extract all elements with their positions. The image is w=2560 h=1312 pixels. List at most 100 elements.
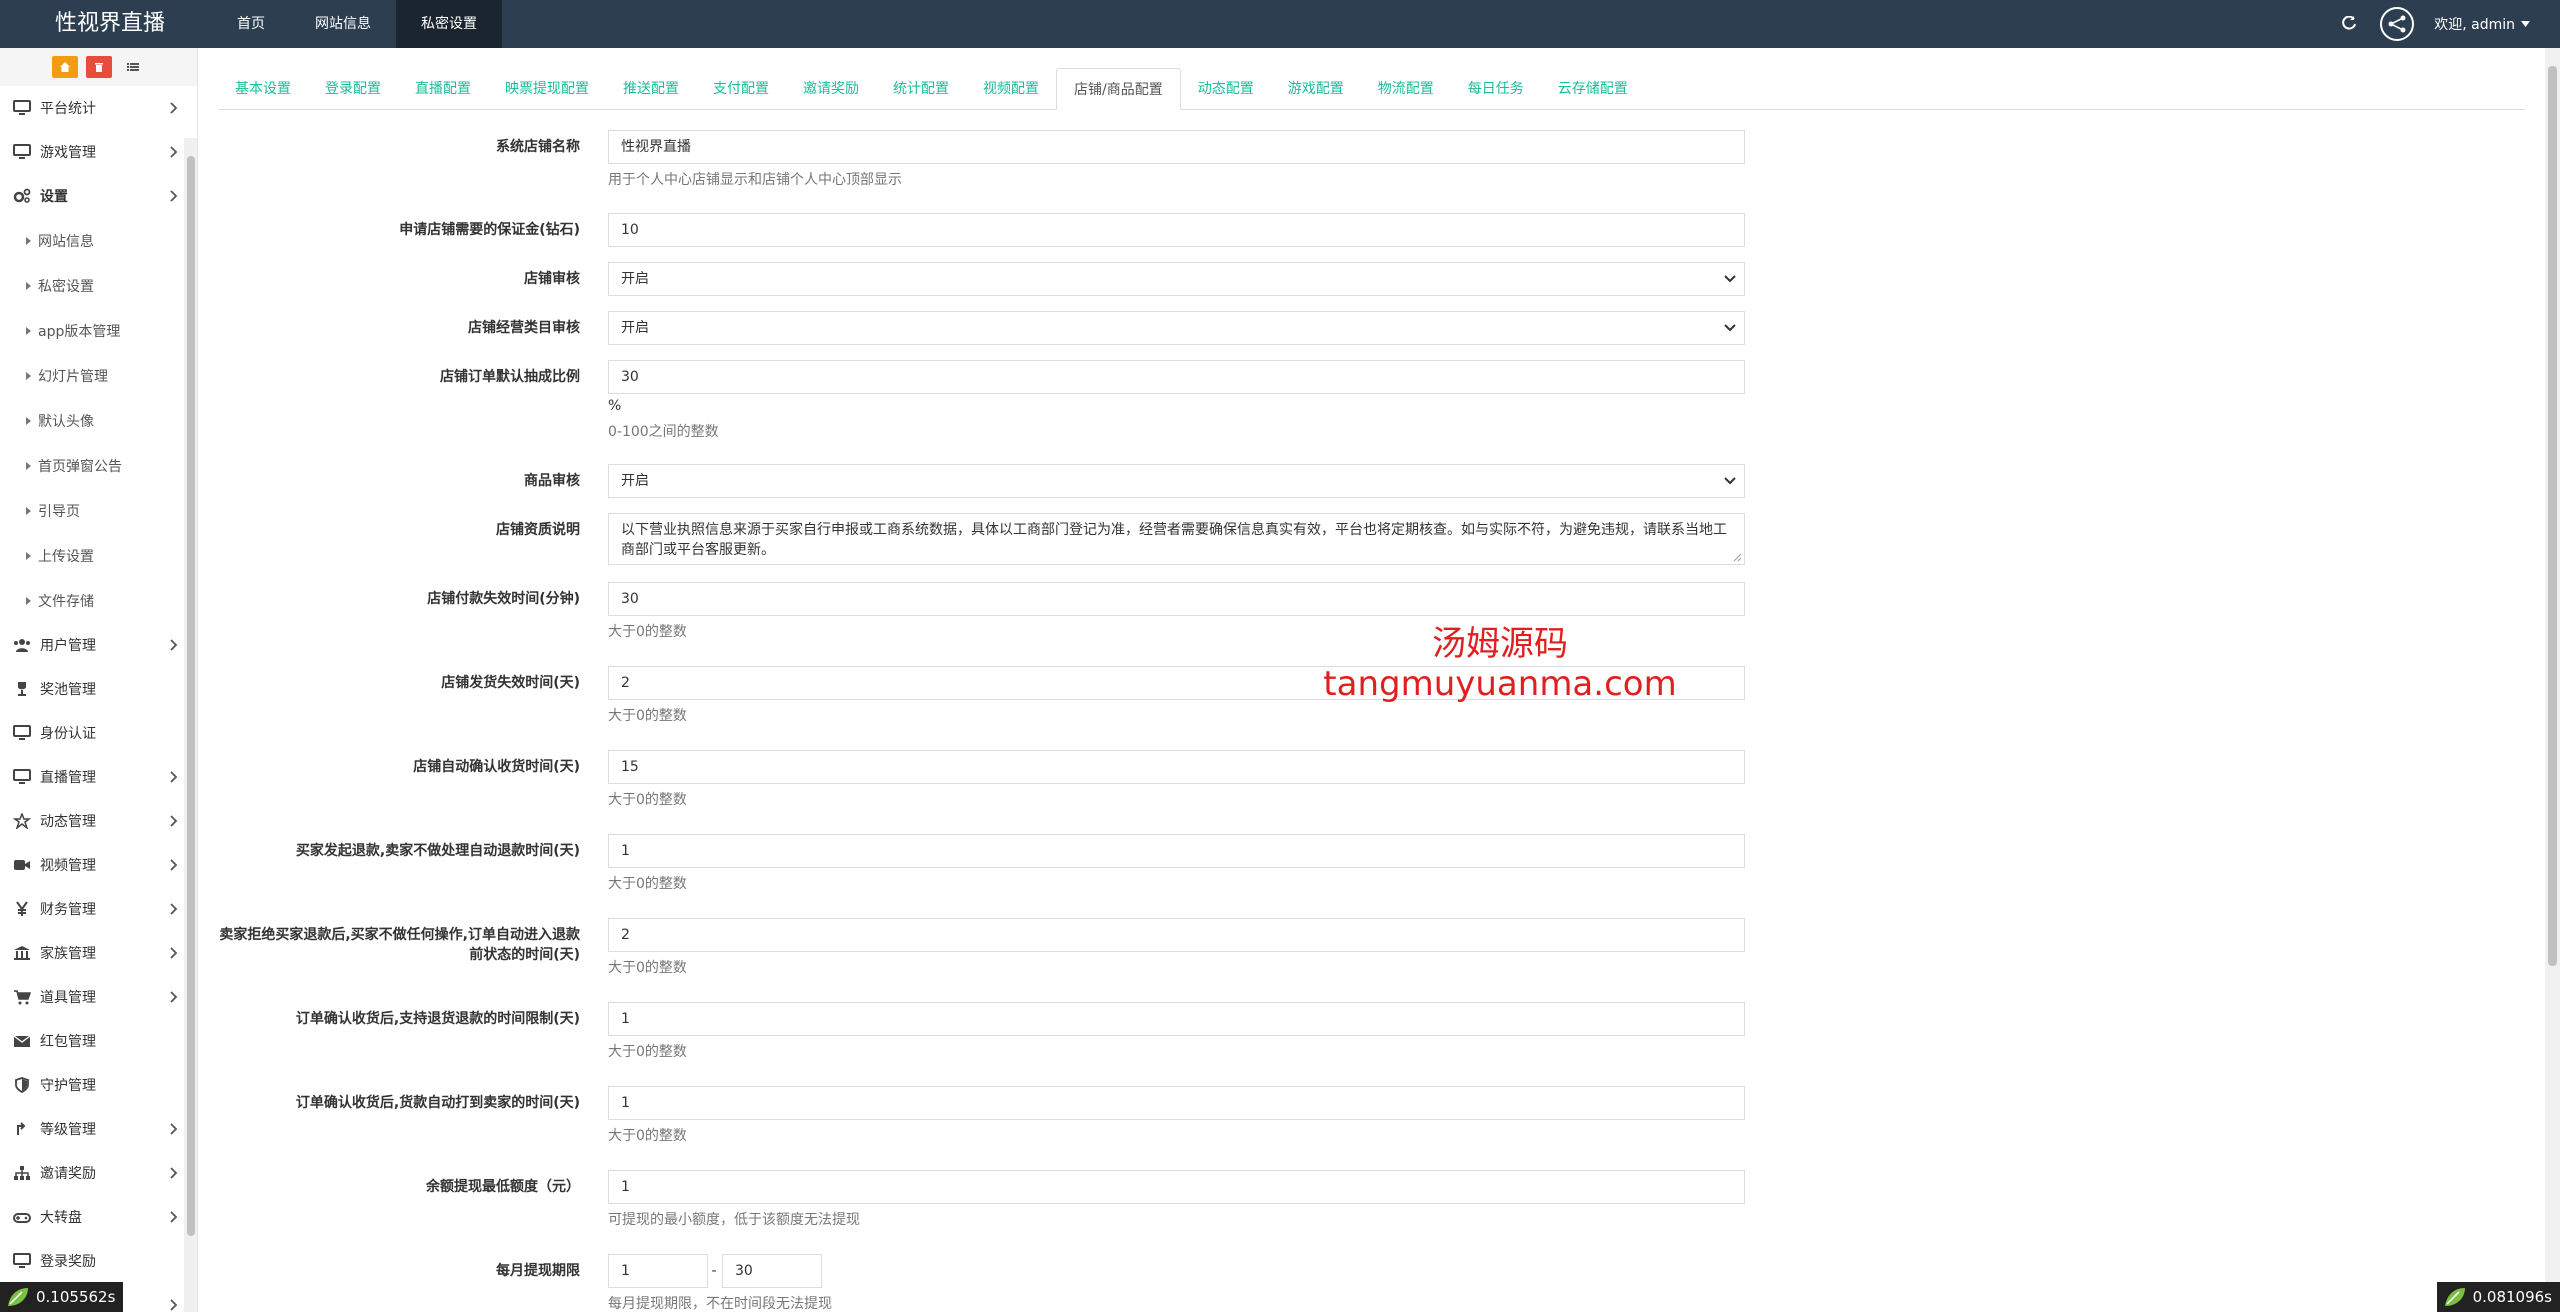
sidebar-subitem-label: 引导页: [38, 503, 80, 520]
tab-9[interactable]: 店铺/商品配置: [1056, 68, 1181, 110]
tab-2[interactable]: 直播配置: [398, 68, 488, 110]
tab-10[interactable]: 动态配置: [1181, 68, 1271, 110]
tab-6[interactable]: 邀请奖励: [786, 68, 876, 110]
timer-badge-left: 0.105562s: [0, 1282, 124, 1312]
user-welcome: 欢迎, admin: [2434, 17, 2515, 33]
refresh-icon[interactable]: [2338, 13, 2360, 35]
tab-0[interactable]: 基本设置: [218, 68, 308, 110]
shop-review-select[interactable]: 开启: [608, 262, 1745, 296]
sidebar-item-label: 视频管理: [40, 858, 96, 874]
sidebar-item-top-2[interactable]: 设置: [0, 174, 197, 218]
monitor-icon: [12, 1251, 32, 1271]
sidebar-item-bottom-3[interactable]: 直播管理: [0, 755, 197, 799]
chevron-right-icon: [170, 639, 178, 651]
resize-handle-icon[interactable]: [1732, 552, 1742, 562]
brand-logo[interactable]: 性视界直播: [0, 0, 200, 48]
tab-13[interactable]: 每日任务: [1451, 68, 1541, 110]
deposit-input[interactable]: 10: [608, 213, 1745, 247]
tab-7[interactable]: 统计配置: [876, 68, 966, 110]
monitor-icon: [12, 98, 32, 118]
sidebar-subitem-2[interactable]: app版本管理: [0, 308, 197, 353]
sidebar-menu: 平台统计 游戏管理 设置 网站信息 私密设置 app版本管理 幻灯片管理 默认头像 首页弹窗…: [0, 86, 197, 1312]
level-icon: [12, 1119, 32, 1139]
sidebar-item-bottom-1[interactable]: 奖池管理: [0, 667, 197, 711]
avatar[interactable]: [2380, 7, 2415, 41]
label-shop-name: 系统店铺名称: [496, 139, 580, 155]
top-right-tools: 欢迎, admin: [2338, 0, 2530, 48]
sidebar-item-bottom-4[interactable]: 动态管理: [0, 799, 197, 843]
label-auto-receive: 店铺自动确认收货时间(天): [413, 759, 580, 775]
settle-time-input[interactable]: 1: [608, 1086, 1745, 1120]
sidebar-item-bottom-5[interactable]: 视频管理: [0, 843, 197, 887]
sidebar-item-bottom-7[interactable]: 家族管理: [0, 931, 197, 975]
page-scrollbar[interactable]: [2545, 48, 2560, 1312]
tab-4[interactable]: 推送配置: [606, 68, 696, 110]
sidebar-scroll-thumb[interactable]: [187, 156, 195, 1236]
sidebar-item-bottom-6[interactable]: 财务管理: [0, 887, 197, 931]
qualification-textarea[interactable]: 以下营业执照信息来源于买家自行申报或工商系统数据，具体以工商部门登记为准，经营者…: [608, 513, 1745, 565]
sidebar-subitem-label: 上传设置: [38, 548, 94, 565]
chevron-down-icon: [1724, 324, 1736, 332]
chevron-right-icon: [170, 1299, 178, 1311]
return-limit-input[interactable]: 1: [608, 1002, 1745, 1036]
help-min-withdraw: 可提现的最小额度，低于该额度无法提现: [608, 1212, 860, 1228]
list-toggle-button[interactable]: [120, 56, 146, 78]
sidebar-item-bottom-10[interactable]: 守护管理: [0, 1063, 197, 1107]
sidebar-item-bottom-2[interactable]: 身份认证: [0, 711, 197, 755]
chevron-down-icon: [1724, 275, 1736, 283]
category-review-select[interactable]: 开启: [608, 311, 1745, 345]
pay-timeout-input[interactable]: 30: [608, 582, 1745, 616]
auto-receive-input[interactable]: 15: [608, 750, 1745, 784]
sidebar-item-bottom-8[interactable]: 道具管理: [0, 975, 197, 1019]
sidebar-subitem-5[interactable]: 首页弹窗公告: [0, 443, 197, 488]
home-shortcut-button[interactable]: [51, 56, 78, 78]
tab-1[interactable]: 登录配置: [308, 68, 398, 110]
sidebar-scrollbar[interactable]: [184, 138, 197, 1312]
sidebar-item-bottom-0[interactable]: 用户管理: [0, 623, 197, 667]
config-tabs: 基本设置 登录配置 直播配置 映票提现配置 推送配置 支付配置 邀请奖励 统计配置 视频配置 店铺…: [218, 68, 2525, 110]
sidebar-item-bottom-13[interactable]: 大转盘: [0, 1195, 197, 1239]
tab-14[interactable]: 云存储配置: [1541, 68, 1645, 110]
sidebar-subitem-3[interactable]: 幻灯片管理: [0, 353, 197, 398]
withdraw-period-to-input[interactable]: 30: [722, 1254, 822, 1288]
page-scroll-thumb[interactable]: [2548, 66, 2557, 966]
min-withdraw-input[interactable]: 1: [608, 1170, 1745, 1204]
trash-shortcut-button[interactable]: [85, 56, 112, 78]
shop-name-input[interactable]: 性视界直播: [608, 130, 1745, 164]
topnav-private-settings[interactable]: 私密设置: [396, 0, 502, 48]
monitor-icon: [12, 142, 32, 162]
sidebar-subitem-0[interactable]: 网站信息: [0, 218, 197, 263]
sidebar-item-bottom-9[interactable]: 红包管理: [0, 1019, 197, 1063]
tab-11[interactable]: 游戏配置: [1271, 68, 1361, 110]
top-navbar: 性视界直播 首页 网站信息 私密设置 欢迎, admin: [0, 0, 2560, 48]
goods-review-select[interactable]: 开启: [608, 464, 1745, 498]
tab-12[interactable]: 物流配置: [1361, 68, 1451, 110]
sidebar-subitem-8[interactable]: 文件存储: [0, 578, 197, 623]
sidebar-subitem-4[interactable]: 默认头像: [0, 398, 197, 443]
user-menu[interactable]: 欢迎, admin: [2434, 14, 2530, 34]
refuse-refund-input[interactable]: 2: [608, 918, 1745, 952]
chevron-right-icon: [170, 771, 178, 783]
help-refund-auto: 大于0的整数: [608, 876, 687, 892]
sidebar-subitem-6[interactable]: 引导页: [0, 488, 197, 533]
topnav-site-info[interactable]: 网站信息: [290, 0, 396, 48]
caret-right-icon: [26, 506, 31, 515]
tab-8[interactable]: 视频配置: [966, 68, 1056, 110]
sidebar-item-bottom-12[interactable]: 邀请奖励: [0, 1151, 197, 1195]
yen-icon: [12, 899, 32, 919]
topnav-home[interactable]: 首页: [212, 0, 290, 48]
sidebar-item-bottom-11[interactable]: 等级管理: [0, 1107, 197, 1151]
withdraw-period-from-input[interactable]: 1: [608, 1254, 708, 1288]
timer-right-value: 0.081096s: [2472, 1288, 2552, 1306]
sidebar-subitem-1[interactable]: 私密设置: [0, 263, 197, 308]
tab-5[interactable]: 支付配置: [696, 68, 786, 110]
help-ship-timeout: 大于0的整数: [608, 708, 687, 724]
commission-unit: %: [608, 398, 622, 414]
sidebar-subitem-7[interactable]: 上传设置: [0, 533, 197, 578]
tab-3[interactable]: 映票提现配置: [488, 68, 606, 110]
sidebar-item-top-1[interactable]: 游戏管理: [0, 130, 197, 174]
sidebar-item-bottom-14[interactable]: 登录奖励: [0, 1239, 197, 1283]
commission-input[interactable]: 30: [608, 360, 1745, 394]
sidebar-item-top-0[interactable]: 平台统计: [0, 86, 197, 130]
refund-auto-input[interactable]: 1: [608, 834, 1745, 868]
